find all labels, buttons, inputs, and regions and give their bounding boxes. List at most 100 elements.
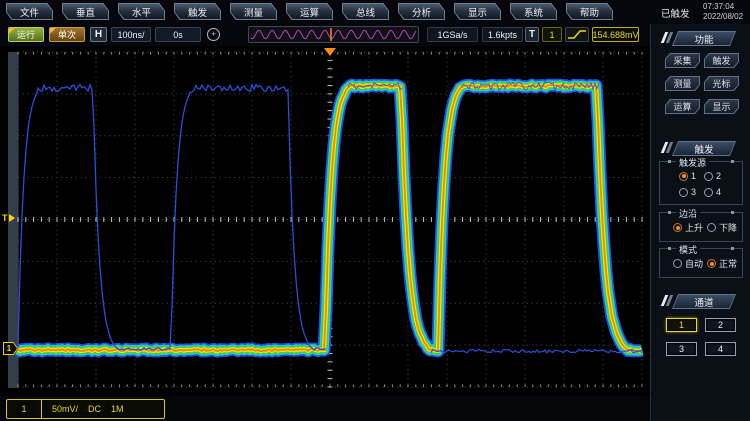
menu-item-measure[interactable]: 测量 xyxy=(230,3,277,20)
section-tab-trigger: 触发 xyxy=(675,141,733,155)
toolbar: 运行 单次 H 100ns/ 0s + 1GSa/s 1.6kpts T 1 1… xyxy=(0,24,650,47)
zoom-glyph: + xyxy=(207,28,220,41)
menu-bar: 文件 垂直 水平 触发 测量 运算 总线 分析 显示 系统 帮助 已触发 07:… xyxy=(0,0,750,25)
trigger-status: 已触发 xyxy=(661,6,690,20)
corner-dot-icon xyxy=(731,247,734,250)
menu-item-analyze[interactable]: 分析 xyxy=(398,3,445,20)
radio-edge-falling[interactable]: 下降 xyxy=(707,221,737,234)
clock-date: 2022/08/02 xyxy=(703,12,743,22)
zoom-in-icon[interactable]: + xyxy=(206,27,221,42)
sidebar: 功能 采集 触发 测量 光标 运算 显示 触发 触发源 1 2 3 4 xyxy=(650,24,750,421)
function-button-label: 显示 xyxy=(705,100,738,113)
trigger-position-marker-icon[interactable] xyxy=(324,48,336,56)
menu-item-display[interactable]: 显示 xyxy=(454,3,501,20)
timebase-value[interactable]: 100ns/ xyxy=(111,27,151,42)
function-button-label: 采集 xyxy=(666,54,699,67)
function-button-trigger[interactable]: 触发 xyxy=(704,53,739,68)
radio-label: 自动 xyxy=(685,257,703,270)
channel1-coupling: DC xyxy=(88,404,101,414)
channel1-badge: 1 xyxy=(7,400,42,418)
slash-accent-icon xyxy=(663,142,673,153)
bottom-bar: 1 50mV/ DC 1M xyxy=(0,396,650,421)
channel1-marker-label: 1 xyxy=(4,343,17,354)
section-tab-channel: 通道 xyxy=(675,294,733,308)
trigger-badge: T xyxy=(525,27,539,42)
trigger-source-group: 触发源 xyxy=(659,161,743,205)
sample-rate-value: 1GSa/s xyxy=(427,27,478,42)
menu-item-horizontal[interactable]: 水平 xyxy=(118,3,165,20)
radio-label: 1 xyxy=(691,171,696,181)
menu-item-label: 运算 xyxy=(287,4,332,19)
menu-item-system[interactable]: 系统 xyxy=(510,3,557,20)
radio-label: 3 xyxy=(691,187,696,197)
radio-dot-icon xyxy=(679,188,688,197)
menu-item-vertical[interactable]: 垂直 xyxy=(62,3,109,20)
radio-mode-auto[interactable]: 自动 xyxy=(673,257,703,270)
radio-trigger-source-4[interactable]: 4 xyxy=(704,187,721,197)
function-button-math[interactable]: 运算 xyxy=(665,99,700,114)
function-button-measure[interactable]: 测量 xyxy=(665,76,700,91)
channel-button-1[interactable]: 1 xyxy=(666,318,697,332)
trigger-level-arrow-icon xyxy=(9,214,15,222)
radio-trigger-source-2[interactable]: 2 xyxy=(704,171,721,181)
channel-button-3[interactable]: 3 xyxy=(666,342,697,356)
menu-item-label: 分析 xyxy=(399,4,444,19)
section-title: 功能 xyxy=(694,35,713,46)
radio-mode-normal[interactable]: 正常 xyxy=(707,257,737,270)
function-button-label: 运算 xyxy=(666,100,699,113)
rising-slope-icon[interactable] xyxy=(565,27,589,42)
menu-item-label: 显示 xyxy=(455,4,500,19)
radio-dot-icon xyxy=(704,172,713,181)
corner-dot-icon xyxy=(668,211,671,214)
function-button-display[interactable]: 显示 xyxy=(704,99,739,114)
corner-dot-icon xyxy=(731,160,734,163)
channel-button-2[interactable]: 2 xyxy=(705,318,736,332)
menu-item-label: 触发 xyxy=(175,4,220,19)
menu-item-label: 文件 xyxy=(7,4,52,19)
trigger-source-badge[interactable]: 1 xyxy=(542,27,562,42)
radio-trigger-source-3[interactable]: 3 xyxy=(679,187,696,197)
slash-accent-icon xyxy=(663,295,673,306)
run-button[interactable]: 运行 xyxy=(8,27,44,42)
group-label: 模式 xyxy=(676,243,700,256)
function-button-acquire[interactable]: 采集 xyxy=(665,53,700,68)
function-button-label: 光标 xyxy=(705,77,738,90)
trigger-level-value[interactable]: 154.688mV xyxy=(592,27,639,42)
single-button[interactable]: 单次 xyxy=(49,27,85,42)
channel1-info-box[interactable]: 1 50mV/ DC 1M xyxy=(6,399,165,419)
waveform-preview[interactable] xyxy=(248,26,419,43)
radio-edge-rising[interactable]: 上升 xyxy=(673,221,703,234)
menu-item-label: 总线 xyxy=(343,4,388,19)
channel-button-4[interactable]: 4 xyxy=(705,342,736,356)
radio-label: 正常 xyxy=(719,257,737,270)
menu-item-label: 水平 xyxy=(119,4,164,19)
slope-glyph xyxy=(567,28,587,41)
radio-label: 上升 xyxy=(685,221,703,234)
menu-item-label: 系统 xyxy=(511,4,556,19)
channel1-impedance: 1M xyxy=(111,404,124,414)
memory-depth-value: 1.6kpts xyxy=(482,27,523,42)
menu-item-trigger[interactable]: 触发 xyxy=(174,3,221,20)
preview-sine-icon xyxy=(249,27,418,42)
menu-item-help[interactable]: 帮助 xyxy=(566,3,613,20)
trigger-level-marker-label: T xyxy=(2,213,8,223)
corner-dot-icon xyxy=(668,247,671,250)
function-button-cursor[interactable]: 光标 xyxy=(704,76,739,91)
menu-item-math[interactable]: 运算 xyxy=(286,3,333,20)
section-title: 通道 xyxy=(694,298,713,309)
group-label: 边沿 xyxy=(676,207,700,220)
menu-item-bus[interactable]: 总线 xyxy=(342,3,389,20)
radio-dot-icon xyxy=(704,188,713,197)
menu-item-file[interactable]: 文件 xyxy=(6,3,53,20)
function-button-label: 测量 xyxy=(666,77,699,90)
radio-trigger-source-1[interactable]: 1 xyxy=(679,171,696,181)
radio-dot-icon xyxy=(673,259,682,268)
menu-item-label: 测量 xyxy=(231,4,276,19)
section-title: 触发 xyxy=(694,145,713,156)
clock: 07:37:04 2022/08/02 xyxy=(703,2,743,22)
radio-dot-icon xyxy=(679,172,688,181)
horizontal-offset[interactable]: 0s xyxy=(155,27,201,42)
trigger-level-marker[interactable]: T xyxy=(2,213,15,223)
function-button-label: 触发 xyxy=(705,54,738,67)
horizontal-badge: H xyxy=(90,27,107,42)
